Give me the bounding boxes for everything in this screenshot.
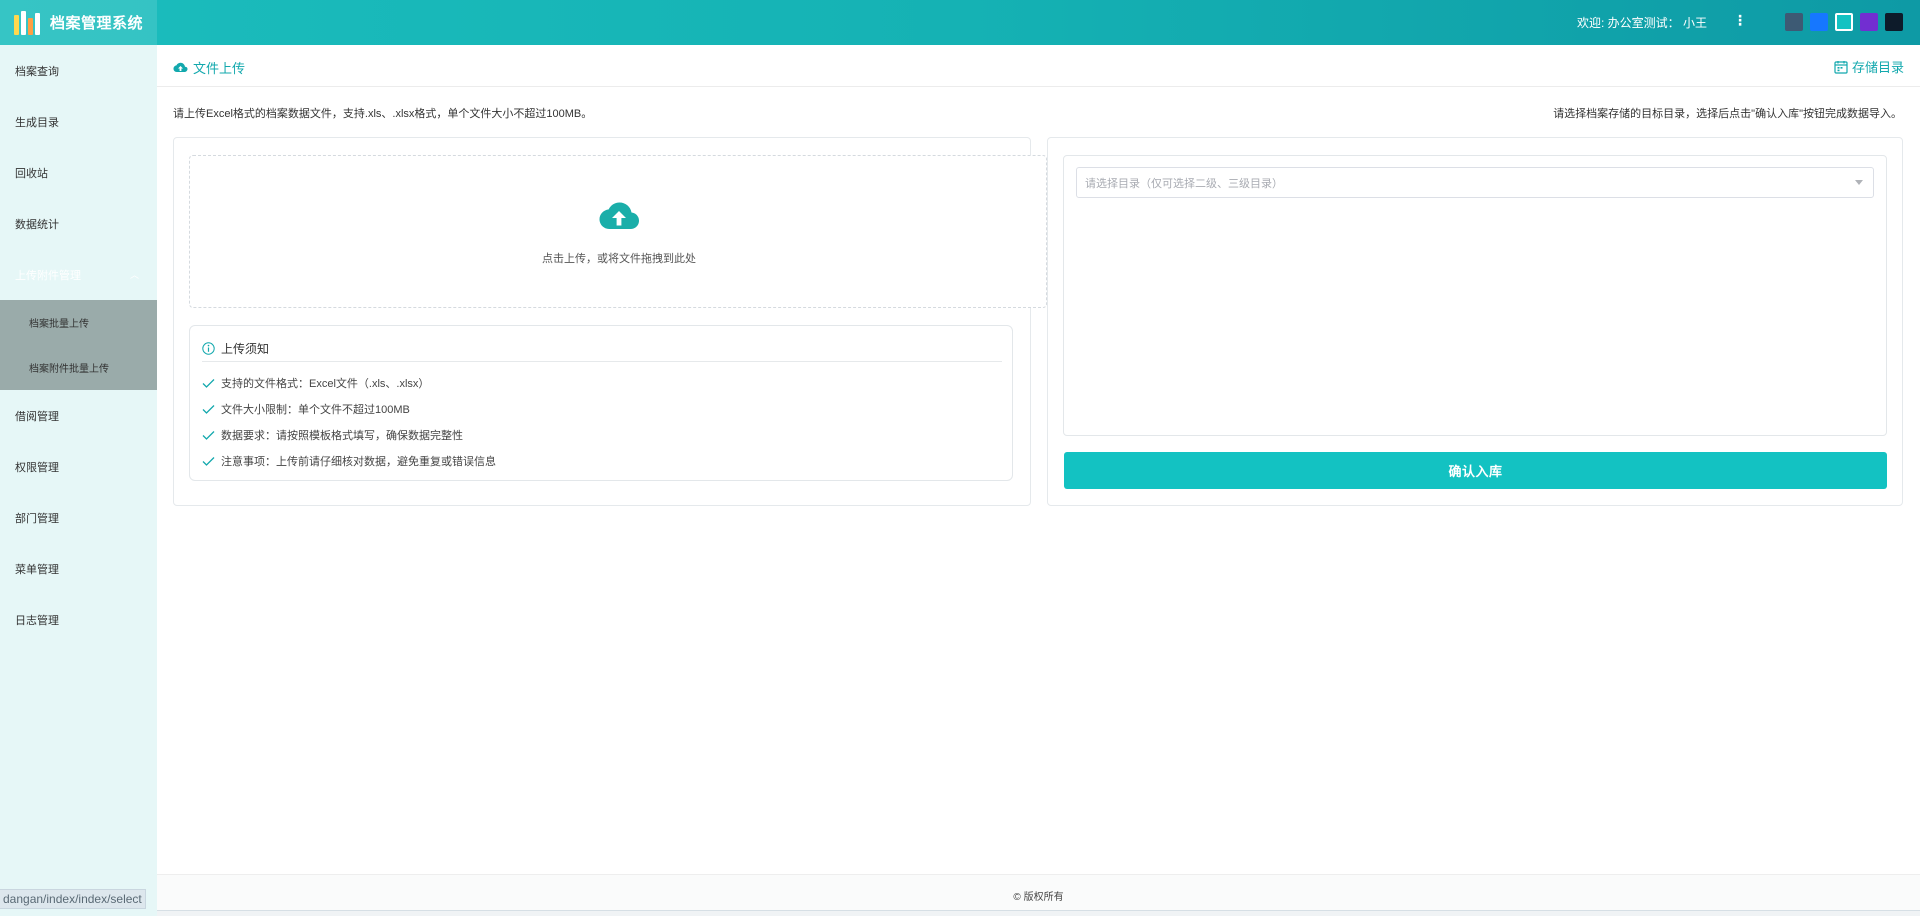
- archive-logo-icon: [14, 10, 40, 35]
- sidebar-subitem-batch-upload[interactable]: 档案批量上传: [0, 300, 157, 345]
- directory-hint-text: 请选择档案存储的目标目录，选择后点击"确认入库"按钮完成数据导入。: [1553, 108, 1902, 120]
- footer-copyright: © 版权所有: [1013, 892, 1064, 903]
- app-header: 档案管理系统 欢迎: 办公室测试： 小王 ⋮: [0, 0, 1920, 45]
- list-item: 支持的文件格式：Excel文件（.xls、.xlsx）: [202, 370, 496, 396]
- calendar-icon: [1834, 60, 1848, 74]
- sidebar-item-logs[interactable]: 日志管理: [0, 594, 157, 645]
- theme-color-picker: [1785, 13, 1903, 31]
- status-url: dangan/index/index/select: [0, 889, 146, 909]
- welcome-user-text[interactable]: 欢迎: 办公室测试： 小王: [1577, 14, 1707, 31]
- sidebar-item-archive-query[interactable]: 档案查询: [0, 45, 157, 96]
- list-item: 文件大小限制：单个文件不超过100MB: [202, 396, 496, 422]
- file-dropzone[interactable]: 点击上传，或将文件拖拽到此处: [189, 155, 1047, 308]
- sidebar-item-borrow[interactable]: 借阅管理: [0, 390, 157, 441]
- sidebar-item-generate-catalog[interactable]: 生成目录: [0, 96, 157, 147]
- check-icon: [202, 457, 215, 466]
- sidebar-item-statistics[interactable]: 数据统计: [0, 198, 157, 249]
- chevron-up-icon: ︿: [129, 270, 139, 280]
- directory-tree-box: 请选择目录（仅可选择二级、三级目录）: [1063, 155, 1887, 436]
- confirm-import-button[interactable]: 确认入库: [1064, 452, 1887, 489]
- check-icon: [202, 431, 215, 440]
- theme-swatch-purple[interactable]: [1860, 13, 1878, 31]
- page-title: 文件上传: [173, 58, 245, 77]
- logo[interactable]: 档案管理系统: [0, 0, 157, 45]
- check-icon: [202, 405, 215, 414]
- app-title: 档案管理系统: [50, 15, 144, 32]
- sidebar-item-departments[interactable]: 部门管理: [0, 492, 157, 543]
- sidebar-submenu: 档案批量上传 档案附件批量上传: [0, 300, 157, 390]
- sidebar-item-menus[interactable]: 菜单管理: [0, 543, 157, 594]
- page-topbar: 文件上传 存储目录: [157, 45, 1920, 87]
- upload-notice: 上传须知 支持的文件格式：Excel文件（.xls、.xlsx） 文件大小限制：…: [189, 325, 1013, 481]
- sidebar-subitem-attachment-upload[interactable]: 档案附件批量上传: [0, 345, 157, 390]
- main-content: 文件上传 存储目录 请上传Excel格式的档案数据文件，支持.xls、.xlsx…: [157, 45, 1920, 916]
- sidebar-item-recycle-bin[interactable]: 回收站: [0, 147, 157, 198]
- sidebar: 档案查询 生成目录 回收站 数据统计 上传附件管理 ︿ 档案批量上传 档案附件批…: [0, 45, 157, 916]
- upload-hint-text: 请上传Excel格式的档案数据文件，支持.xls、.xlsx格式，单个文件大小不…: [173, 108, 593, 120]
- list-item: 注意事项：上传前请仔细核对数据，避免重复或错误信息: [202, 448, 496, 474]
- list-item: 数据要求：请按照模板格式填写，确保数据完整性: [202, 422, 496, 448]
- sidebar-group-upload-management[interactable]: 上传附件管理 ︿: [0, 249, 157, 300]
- directory-select-placeholder: 请选择目录（仅可选择二级、三级目录）: [1085, 177, 1283, 190]
- bottom-scrollbar[interactable]: [157, 910, 1920, 916]
- cloud-upload-icon: [599, 202, 639, 229]
- cloud-upload-icon: [173, 62, 188, 72]
- theme-swatch-slate[interactable]: [1785, 13, 1803, 31]
- theme-swatch-blue[interactable]: [1810, 13, 1828, 31]
- theme-swatch-teal[interactable]: [1835, 13, 1853, 31]
- notice-list: 支持的文件格式：Excel文件（.xls、.xlsx） 文件大小限制：单个文件不…: [202, 370, 496, 474]
- theme-swatch-navy[interactable]: [1885, 13, 1903, 31]
- info-circle-icon: [202, 342, 215, 355]
- sidebar-item-permissions[interactable]: 权限管理: [0, 441, 157, 492]
- check-icon: [202, 379, 215, 388]
- directory-select[interactable]: 请选择目录（仅可选择二级、三级目录）: [1076, 167, 1874, 198]
- storage-directory-link[interactable]: 存储目录: [1834, 57, 1904, 76]
- caret-down-icon: [1855, 180, 1863, 185]
- more-vertical-icon[interactable]: ⋮: [1733, 12, 1747, 29]
- notice-header: 上传须知: [202, 336, 1002, 362]
- dropzone-text: 点击上传，或将文件拖拽到此处: [542, 253, 696, 265]
